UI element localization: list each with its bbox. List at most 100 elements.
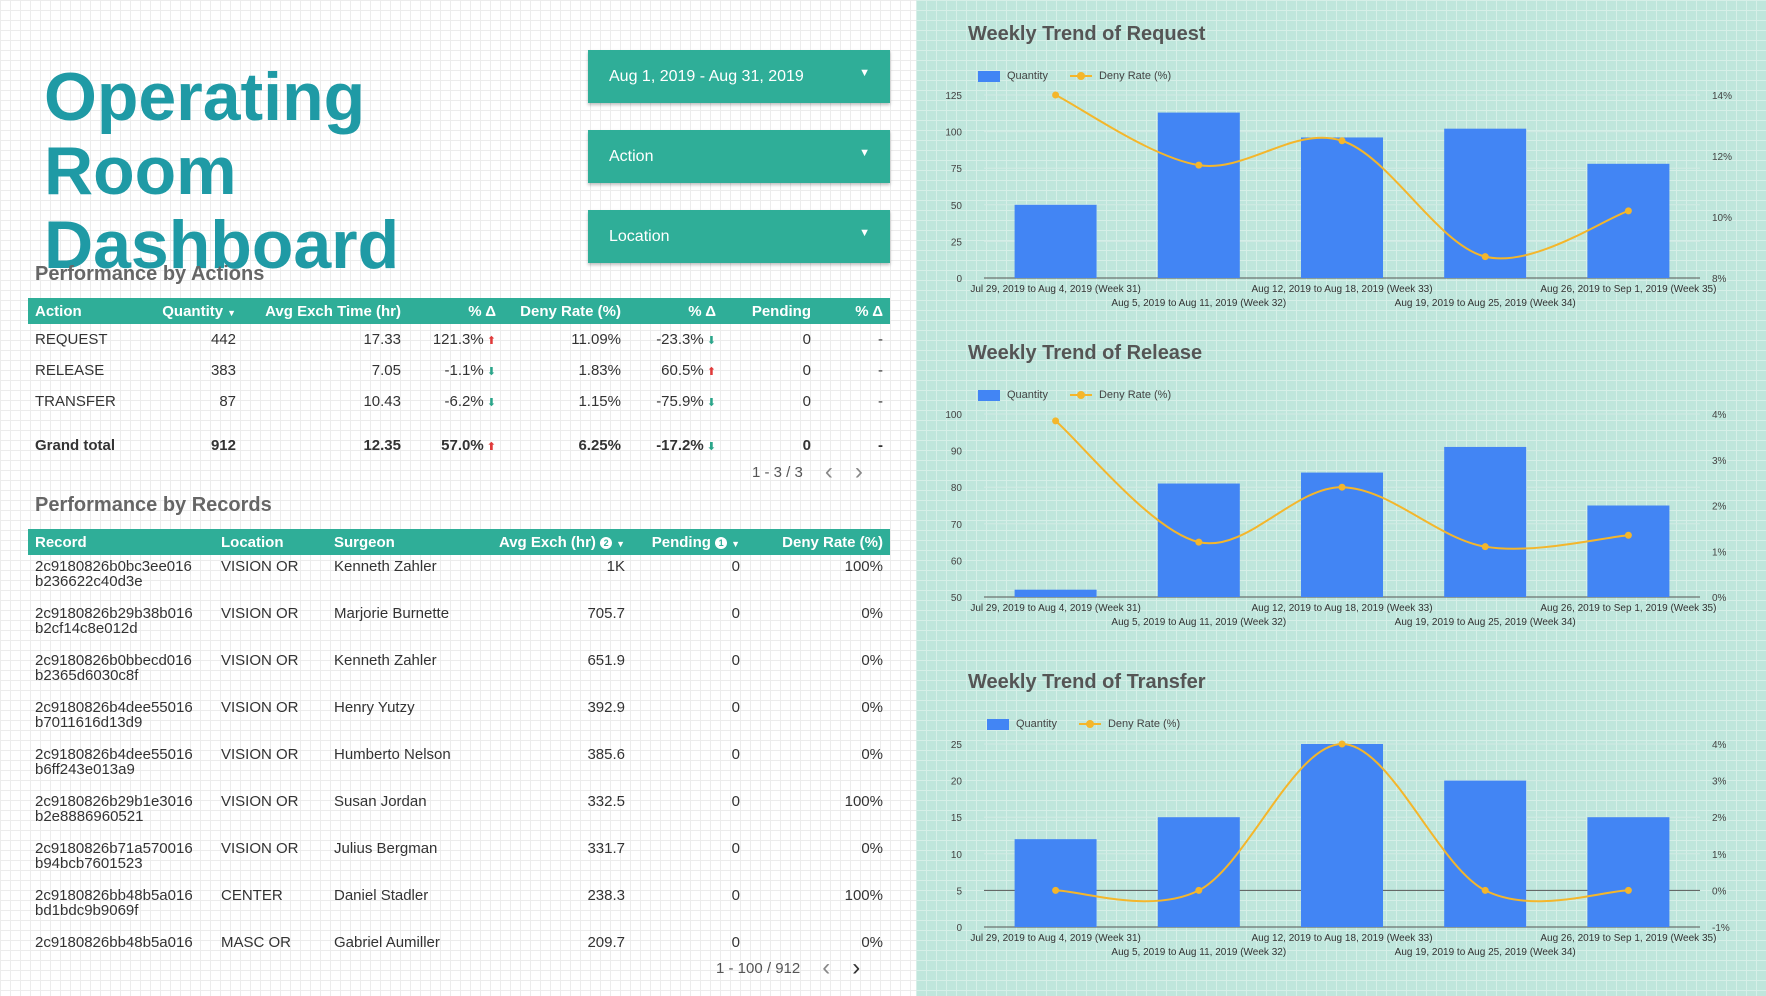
table-row[interactable]: 2c9180826b0bc3ee016 b236622c40d3e VISION O… <box>28 555 890 602</box>
col-avg-delta[interactable]: % Δ <box>408 298 503 324</box>
bar[interactable] <box>1157 817 1240 927</box>
table-row[interactable]: 2c9180826b4dee55016 b7011616d13d9 VISION O… <box>28 696 890 743</box>
col-deny-rate[interactable]: Deny Rate (%) <box>503 298 628 324</box>
col-action[interactable]: Action <box>28 298 143 324</box>
caret-down-icon: ▼ <box>859 67 870 79</box>
line-point[interactable] <box>1481 543 1489 551</box>
cell-surgeon: Gabriel Aumiller <box>334 934 440 951</box>
line-point[interactable] <box>1338 483 1346 491</box>
x-tick-label: Jul 29, 2019 to Aug 4, 2019 (Week 31) <box>970 284 1141 295</box>
x-tick-label: Aug 26, 2019 to Sep 1, 2019 (Week 35) <box>1540 603 1716 614</box>
chevron-left-icon[interactable]: ‹ <box>825 460 833 484</box>
x-tick-label: Aug 12, 2019 to Aug 18, 2019 (Week 33) <box>1251 284 1432 295</box>
table-row[interactable]: 2c9180826bb48b5a016 bd1bdc9b9069f CENTER Da… <box>28 884 890 931</box>
line-point[interactable] <box>1052 91 1060 99</box>
line-point[interactable] <box>1624 207 1632 215</box>
table-row[interactable]: TRANSFER 87 10.43 -6.2% ⬇ 1.15% -75.9% ⬇ 0 - <box>28 386 890 417</box>
col-records-deny[interactable]: Deny Rate (%) <box>747 529 890 555</box>
x-tick-label: Aug 26, 2019 to Sep 1, 2019 (Week 35) <box>1540 284 1716 295</box>
col-pending[interactable]: Pending <box>723 298 818 324</box>
table-row[interactable]: 2c9180826b0bbecd016 b2365d6030c8f VISION O… <box>28 649 890 696</box>
chevron-right-icon[interactable]: › <box>855 460 863 484</box>
line-point[interactable] <box>1195 538 1203 546</box>
chevron-left-icon[interactable]: ‹ <box>822 956 830 980</box>
line-point[interactable] <box>1052 417 1060 425</box>
date-range-filter[interactable]: Aug 1, 2019 - Aug 31, 2019 ▼ <box>588 50 890 103</box>
line-point[interactable] <box>1338 137 1346 145</box>
left-panel: Operating Room Dashboard Aug 1, 2019 - A… <box>0 0 916 996</box>
chevron-right-icon[interactable]: › <box>852 956 860 980</box>
col-quantity[interactable]: Quantity ▼ <box>143 298 243 324</box>
legend-request[interactable]: Quantity Deny Rate (%) <box>978 70 1171 82</box>
cell-action: TRANSFER <box>35 393 116 410</box>
bar[interactable] <box>1587 505 1670 598</box>
cell-deny-rate: 0% <box>861 699 883 716</box>
cell-surgeon: Henry Yutzy <box>334 699 415 716</box>
bar[interactable] <box>1301 472 1383 597</box>
y-right-tick-label: 10% <box>1712 213 1732 224</box>
bar[interactable] <box>1444 780 1527 927</box>
legend-release[interactable]: Quantity Deny Rate (%) <box>978 389 1171 401</box>
bar[interactable] <box>1014 204 1097 278</box>
right-panel: Weekly Trend of Request Quantity Deny Ra… <box>916 0 1766 996</box>
line-point[interactable] <box>1052 886 1060 894</box>
cell-avg-exch: 209.7 <box>587 934 625 951</box>
location-filter[interactable]: Location ▼ <box>588 210 890 263</box>
arrow-up-icon: ⬆ <box>703 366 716 378</box>
cell-deny-rate: 100% <box>844 558 883 575</box>
table-row[interactable]: 2c9180826b29b38b016 b2cf14c8e012d VISION O… <box>28 602 890 649</box>
info-icon[interactable]: 2 <box>600 536 613 549</box>
table-row[interactable]: REQUEST 442 17.33 121.3% ⬆ 11.09% -23.3% ⬇ 0 - <box>28 324 890 355</box>
col-records-pending[interactable]: Pending 1 ▼ <box>632 529 747 555</box>
cell-quantity: 383 <box>210 362 236 379</box>
cell-record: 2c9180826b0bc3ee016 b236622c40d3e <box>35 558 192 590</box>
arrow-down-icon: ⬇ <box>703 397 716 409</box>
cell-deny-rate: 0% <box>861 605 883 622</box>
table-row[interactable]: 2c9180826b4dee55016 b6ff243e013a9 VISION O… <box>28 743 890 790</box>
line-point[interactable] <box>1481 253 1489 261</box>
legend-label-deny: Deny Rate (%) <box>1098 389 1172 401</box>
bar[interactable] <box>1301 744 1383 927</box>
bar[interactable] <box>1157 112 1240 279</box>
bar[interactable] <box>1587 163 1670 278</box>
table-row[interactable]: RELEASE 383 7.05 -1.1% ⬇ 1.83% 60.5% ⬆ 0 - <box>28 355 890 386</box>
col-surgeon[interactable]: Surgeon <box>327 529 487 555</box>
line-point[interactable] <box>1195 886 1203 894</box>
col-deny-delta[interactable]: % Δ <box>628 298 723 324</box>
chart-title-release: Weekly Trend of Release <box>968 342 1203 364</box>
table-row[interactable]: 2c9180826b29b1e3016 b2e8886960521 VISION O… <box>28 790 890 837</box>
col-avg-exch-hr[interactable]: Avg Exch (hr) 2 ▼ <box>487 529 632 555</box>
sort-desc-icon: ▼ <box>616 538 625 549</box>
col-pending-delta[interactable]: % Δ <box>818 298 890 324</box>
action-filter[interactable]: Action ▼ <box>588 130 890 183</box>
cell-deny: 11.09% <box>571 331 621 348</box>
bar[interactable] <box>1014 839 1097 927</box>
legend-swatch-bar <box>978 70 1000 82</box>
bar[interactable] <box>1014 589 1097 597</box>
actions-pager: 1 - 3 / 3 ‹ › <box>752 460 863 484</box>
chart-request: 02550751001258%10%12%14%Jul 29, 2019 to … <box>945 91 1732 309</box>
legend-swatch-bar <box>978 389 1000 401</box>
line-point[interactable] <box>1338 740 1346 748</box>
cell-avg-exch: 392.9 <box>587 699 625 716</box>
line-point[interactable] <box>1624 886 1632 894</box>
bar[interactable] <box>1444 446 1527 597</box>
cell-deny-delta: -17.2% ⬇ <box>656 436 716 454</box>
legend-transfer[interactable]: Quantity Deny Rate (%) <box>987 718 1180 730</box>
grand-total-row[interactable]: Grand total 912 12.35 57.0% ⬆ 6.25% -17.2% ⬇ 0… <box>28 417 890 461</box>
cell-record: 2c9180826b71a570016 b94bcb7601523 <box>35 840 193 872</box>
line-point[interactable] <box>1624 531 1632 539</box>
info-icon[interactable]: 1 <box>715 536 728 549</box>
line-point[interactable] <box>1481 886 1489 894</box>
col-avg-exch[interactable]: Avg Exch Time (hr) <box>243 298 408 324</box>
col-location[interactable]: Location <box>214 529 327 555</box>
y-right-tick-label: 12% <box>1712 152 1732 163</box>
col-record[interactable]: Record <box>28 529 214 555</box>
line-point[interactable] <box>1195 161 1203 169</box>
y-right-tick-label: 2% <box>1712 813 1727 824</box>
y-left-tick-label: 0 <box>956 274 962 285</box>
cell-avg-exch: 332.5 <box>587 793 625 810</box>
y-left-tick-label: 60 <box>951 556 963 567</box>
bar[interactable] <box>1587 817 1670 927</box>
table-row[interactable]: 2c9180826b71a570016 b94bcb7601523 VISION O… <box>28 837 890 884</box>
